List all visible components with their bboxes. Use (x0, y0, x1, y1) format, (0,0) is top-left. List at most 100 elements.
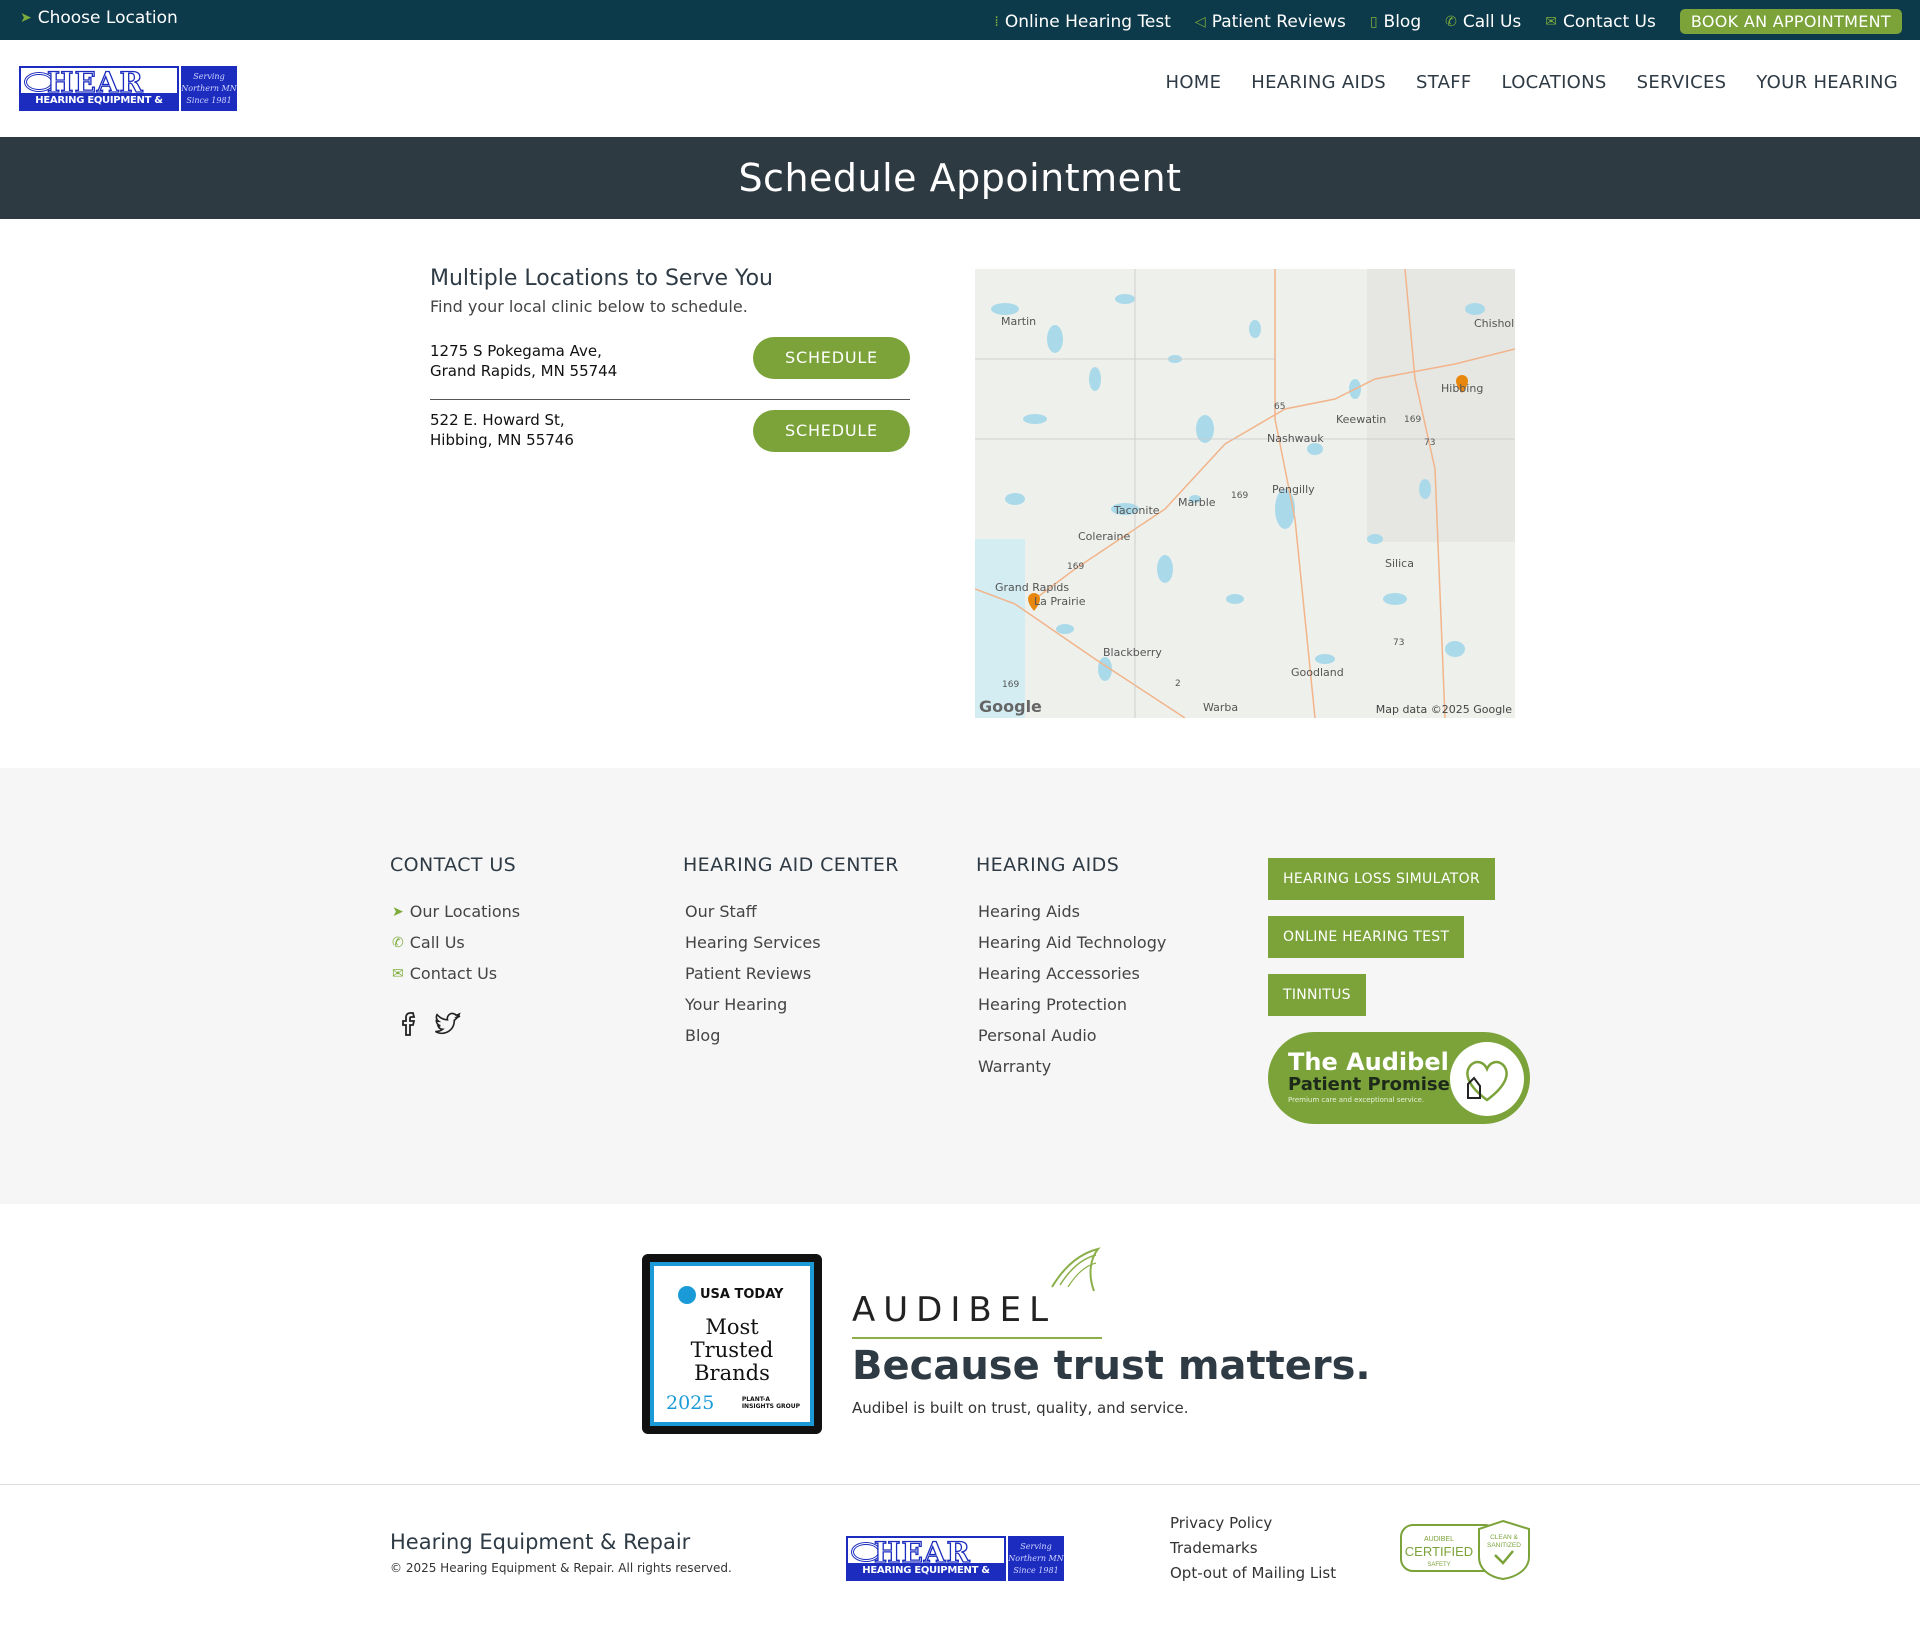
badge-inner: USA TODAY Most Trusted Brands 2025 PLANT… (650, 1262, 814, 1426)
audibel-leaf-icon (1051, 1247, 1101, 1292)
choose-location-link[interactable]: ➤ Choose Location (20, 8, 178, 28)
map-place-label: Marble (1178, 496, 1216, 509)
patient-promise-badge[interactable]: The Audibel Patient Promise Premium care… (1268, 1032, 1530, 1124)
location-arrow-icon: ➤ (20, 10, 32, 26)
address-line: Grand Rapids, MN 55744 (430, 362, 618, 380)
footer-hearing-aids-column: HEARING AIDS Hearing Aids Hearing Aid Te… (976, 854, 1166, 1082)
book-appointment-button[interactable]: BOOK AN APPOINTMENT (1679, 9, 1902, 34)
footer-contact-us-link[interactable]: ✉ Contact Us (390, 958, 520, 989)
footer-link[interactable]: Hearing Aid Technology (976, 927, 1166, 958)
badge-text: Most Trusted Brands (654, 1316, 810, 1385)
company-name: Hearing Equipment & Repair (390, 1530, 691, 1554)
online-hearing-test-button[interactable]: ONLINE HEARING TEST (1268, 916, 1465, 958)
envelope-icon: ✉ (1545, 13, 1558, 30)
footer-heading: HEARING AIDS (976, 854, 1120, 876)
address-line: 1275 S Pokegama Ave, (430, 342, 602, 360)
site-logo[interactable]: HEAR HEARING EQUIPMENT & REPAIR Serving … (19, 65, 237, 122)
footer-our-locations-link[interactable]: ➤ Our Locations (390, 896, 520, 927)
footer-link[interactable]: Personal Audio (976, 1020, 1166, 1051)
sound-wave-icon: ⁞ (994, 13, 999, 30)
locations-map[interactable]: Martin Chisholm Hibbing Keewatin Nashwau… (975, 269, 1515, 718)
map-place-label: Chisholm (1474, 317, 1515, 330)
map-route-shield: 73 (1393, 638, 1405, 648)
link-label: Online Hearing Test (1004, 11, 1171, 32)
hearing-loss-simulator-button[interactable]: HEARING LOSS SIMULATOR (1268, 858, 1495, 900)
map-route-shield: 169 (1067, 562, 1085, 572)
heart-hand-icon (1450, 1042, 1524, 1116)
footer-link[interactable]: Hearing Services (683, 927, 899, 958)
logo-tag-line: Since 1981 (1013, 1566, 1059, 1575)
logo-subtitle: HEARING EQUIPMENT & REPAIR (21, 93, 177, 122)
location-row: 1275 S Pokegama Ave, Grand Rapids, MN 55… (430, 337, 910, 399)
map-route-shield: 169 (1002, 680, 1020, 690)
nav-your-hearing[interactable]: YOUR HEARING (1756, 72, 1898, 93)
facebook-icon[interactable] (400, 1011, 420, 1037)
footer-logo[interactable]: HEAR HEARING EQUIPMENT & REPAIR Serving … (846, 1535, 1066, 1592)
locations-heading: Multiple Locations to Serve You (430, 266, 773, 291)
legal-links: Privacy Policy Trademarks Opt-out of Mai… (1170, 1511, 1336, 1586)
map-attribution[interactable]: Map data ©2025 Google (1376, 703, 1512, 716)
footer-link[interactable]: Hearing Aids (976, 896, 1166, 927)
location-address: 522 E. Howard St, Hibbing, MN 55746 (430, 410, 574, 450)
map-place-label: Goodland (1291, 666, 1344, 679)
tinnitus-button[interactable]: TINNITUS (1268, 974, 1366, 1016)
footer-link[interactable]: Hearing Protection (976, 989, 1166, 1020)
nav-locations[interactable]: LOCATIONS (1502, 72, 1607, 93)
map-place-label: Silica (1385, 557, 1414, 570)
usa-today-dot-icon (678, 1286, 696, 1304)
link-label: Call Us (1462, 11, 1522, 32)
usa-today-badge: USA TODAY Most Trusted Brands 2025 PLANT… (642, 1254, 822, 1434)
footer-link[interactable]: Blog (683, 1020, 899, 1051)
promise-subtitle: Patient Promise (1288, 1074, 1450, 1095)
address-line: 522 E. Howard St, (430, 411, 565, 429)
nav-home[interactable]: HOME (1165, 72, 1221, 93)
location-arrow-icon: ➤ (392, 903, 404, 920)
patient-reviews-link[interactable]: ◁ Patient Reviews (1195, 12, 1346, 32)
footer-link[interactable]: Patient Reviews (683, 958, 899, 989)
map-route-shield: 65 (1274, 402, 1286, 412)
twitter-icon[interactable] (434, 1011, 462, 1037)
footer-link[interactable]: Your Hearing (683, 989, 899, 1020)
logo-tag-line: Northern MN (181, 84, 237, 93)
footer-link[interactable]: Warranty (976, 1051, 1166, 1082)
map-place-label: Taconite (1114, 504, 1160, 517)
blog-link[interactable]: ▯ Blog (1370, 12, 1421, 32)
online-hearing-test-link[interactable]: ⁞ Online Hearing Test (994, 12, 1171, 32)
footer-link[interactable]: Hearing Accessories (976, 958, 1166, 989)
map-place-label: Hibbing (1441, 382, 1484, 395)
badge-brand: USA TODAY (700, 1287, 784, 1302)
nav-hearing-aids[interactable]: HEARING AIDS (1251, 72, 1386, 93)
certified-safety-badge: AUDIBEL CERTIFIED SAFETY CLEAN & SANITIZ… (1400, 1519, 1530, 1581)
schedule-button[interactable]: SCHEDULE (753, 410, 910, 452)
footer-link[interactable]: Our Staff (683, 896, 899, 927)
privacy-policy-link[interactable]: Privacy Policy (1170, 1511, 1336, 1536)
badge-text-line: Most (705, 1315, 759, 1339)
contact-us-link[interactable]: ✉ Contact Us (1545, 12, 1656, 32)
schedule-button[interactable]: SCHEDULE (753, 337, 910, 379)
map-place-label: Grand Rapids (995, 581, 1070, 594)
call-us-link[interactable]: ✆ Call Us (1445, 12, 1521, 32)
footer-heading: CONTACT US (390, 854, 517, 876)
top-links: ⁞ Online Hearing Test ◁ Patient Reviews … (994, 9, 1902, 34)
choose-location-label: Choose Location (37, 8, 178, 28)
page-hero: Schedule Appointment (0, 137, 1920, 219)
map-place-label: La Prairie (1034, 595, 1086, 608)
phone-icon: ✆ (392, 934, 404, 951)
map-place-label: Warba (1203, 701, 1239, 714)
logo-tag-line: Since 1981 (186, 96, 232, 105)
footer-call-us-link[interactable]: ✆ Call Us (390, 927, 520, 958)
main-nav: HOME HEARING AIDS STAFF LOCATIONS SERVIC… (1165, 72, 1898, 93)
nav-staff[interactable]: STAFF (1416, 72, 1472, 93)
nav-services[interactable]: SERVICES (1637, 72, 1727, 93)
trademarks-link[interactable]: Trademarks (1170, 1536, 1336, 1561)
map-route-shield: 73 (1424, 438, 1436, 448)
badge-year: 2025 (666, 1392, 715, 1414)
logo-tag-line: Northern MN (1008, 1554, 1064, 1563)
link-label: Blog (1383, 11, 1422, 32)
site-footer: CONTACT US ➤ Our Locations ✆ Call Us ✉ C… (0, 768, 1920, 1204)
cert-badge-line: CLEAN & (1490, 1534, 1518, 1541)
opt-out-link[interactable]: Opt-out of Mailing List (1170, 1561, 1336, 1586)
logo-mark: HEAR HEARING EQUIPMENT & REPAIR (846, 1535, 1006, 1592)
google-logo[interactable]: Google (979, 697, 1042, 716)
site-header: HEAR HEARING EQUIPMENT & REPAIR Serving … (0, 40, 1920, 137)
